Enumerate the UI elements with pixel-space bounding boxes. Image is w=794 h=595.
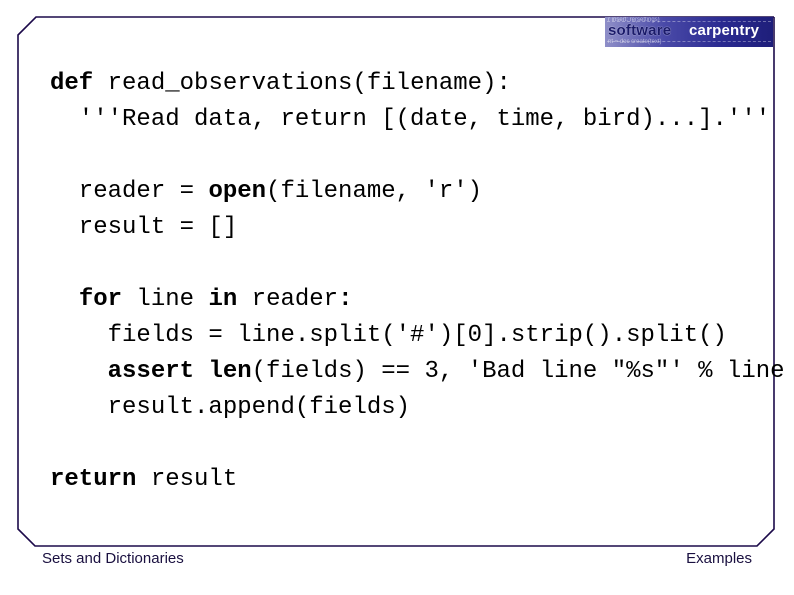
- logo-background-text: nt = doc create(text): [608, 39, 662, 45]
- code-text: (fields) == 3, 'Bad line "%s"' % line: [251, 358, 785, 385]
- code-keyword: :: [338, 286, 353, 313]
- code-line-for-line: for line in reader:: [50, 282, 785, 318]
- logo-word-carpentry: carpentry: [689, 22, 760, 39]
- code-keyword: assert: [107, 358, 195, 385]
- code-text: '''Read data, return [(date, time, bird)…: [50, 106, 771, 133]
- code-line-blank-2: [50, 246, 785, 282]
- code-line-fields-line: fields = line.split('#')[0].strip().spli…: [50, 318, 785, 354]
- code-line-result-init-line: result = []: [50, 210, 785, 246]
- code-keyword: for: [78, 286, 123, 313]
- code-keyword: in: [208, 286, 238, 313]
- code-line-blank-1: [50, 138, 785, 174]
- code-text: fields = line.split('#')[0].strip().spli…: [50, 322, 727, 349]
- code-text: line: [122, 286, 209, 313]
- code-line-docstring-line: '''Read data, return [(date, time, bird)…: [50, 102, 785, 138]
- code-text: reader: [237, 286, 339, 313]
- footer-slide-topic: Examples: [686, 550, 752, 567]
- code-text: (filename, 'r'): [266, 178, 483, 205]
- software-carpentry-logo: r insert: re(settings) nt = doc create(t…: [605, 17, 773, 47]
- code-text: read_observations(filename):: [93, 70, 511, 97]
- footer-section-title: Sets and Dictionaries: [42, 550, 184, 567]
- code-line-return-line: return result: [50, 462, 785, 498]
- code-keyword: open: [208, 178, 267, 205]
- code-line-assert-line: assert len(fields) == 3, 'Bad line "%s"'…: [50, 354, 785, 390]
- code-line-append-line: result.append(fields): [50, 390, 785, 426]
- code-text: reader =: [50, 178, 209, 205]
- code-text: result: [136, 466, 238, 493]
- code-keyword: len: [208, 358, 252, 385]
- code-text: result.append(fields): [50, 394, 411, 421]
- code-keyword: def: [50, 70, 94, 97]
- code-text: result = []: [50, 214, 238, 241]
- code-line-blank-3: [50, 426, 785, 462]
- code-keyword: return: [50, 466, 137, 493]
- code-line-def-line: def read_observations(filename):: [50, 66, 785, 102]
- code-line-reader-line: reader = open(filename, 'r'): [50, 174, 785, 210]
- code-block: def read_observations(filename): '''Read…: [50, 66, 785, 498]
- logo-word-software: software: [608, 22, 672, 39]
